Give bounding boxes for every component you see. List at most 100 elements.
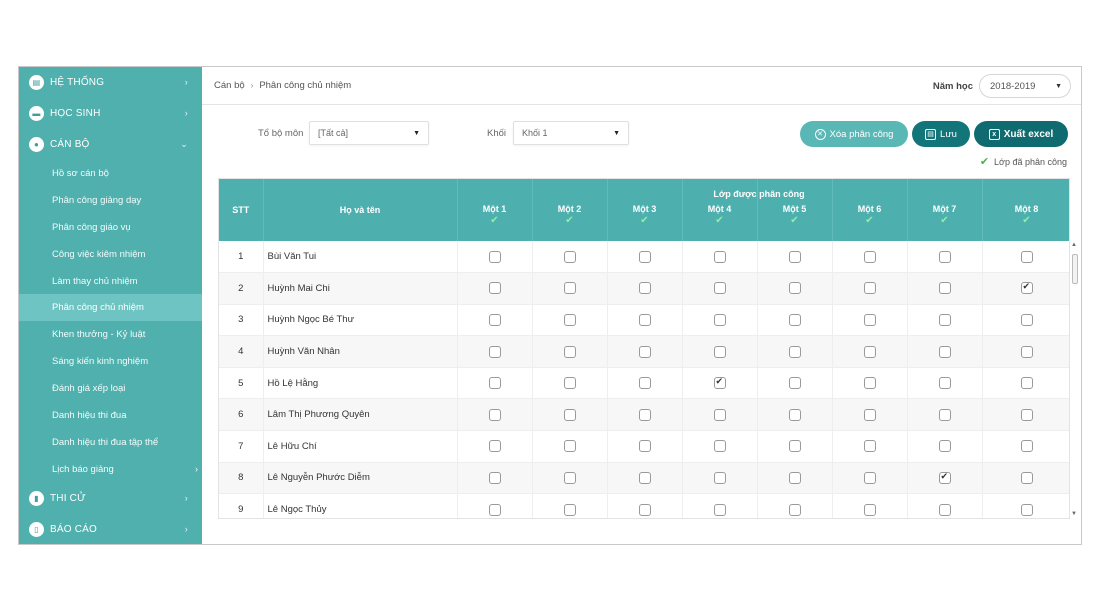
assignment-checkbox[interactable]	[938, 471, 951, 484]
assignment-checkbox[interactable]	[713, 408, 726, 421]
assignment-checkbox[interactable]	[638, 345, 651, 358]
scroll-up-icon[interactable]: ▲	[1071, 242, 1077, 248]
assignment-checkbox[interactable]	[1020, 313, 1033, 326]
sidebar-section-staff[interactable]: ● CÁN BỘ ⌄	[19, 129, 202, 160]
assignment-checkbox[interactable]	[488, 345, 501, 358]
sidebar-item-substitute-homeroom[interactable]: Làm thay chủ nhiệm	[19, 268, 202, 295]
sidebar-item-emulation-titles[interactable]: Danh hiệu thi đua	[19, 402, 202, 429]
sidebar-item-lesson-schedule[interactable]: Lịch báo giảng ›	[19, 456, 202, 483]
assignment-checkbox[interactable]	[1020, 345, 1033, 358]
assignment-checkbox[interactable]	[863, 503, 876, 516]
assignment-checkbox[interactable]	[563, 313, 576, 326]
assignment-checkbox[interactable]	[863, 345, 876, 358]
assignment-checkbox[interactable]	[488, 250, 501, 263]
assignment-checkbox[interactable]	[563, 345, 576, 358]
assignment-checkbox[interactable]	[563, 503, 576, 516]
assignment-checkbox[interactable]	[938, 503, 951, 516]
assignment-checkbox[interactable]	[788, 440, 801, 453]
sidebar-item-initiatives[interactable]: Sáng kiến kinh nghiệm	[19, 348, 202, 375]
assignment-checkbox[interactable]	[863, 250, 876, 263]
assignment-checkbox[interactable]	[713, 345, 726, 358]
assignment-checkbox[interactable]	[713, 250, 726, 263]
assignment-checkbox[interactable]	[1020, 281, 1033, 295]
scrollbar-thumb[interactable]	[1072, 254, 1078, 284]
assignment-checkbox[interactable]	[488, 377, 501, 390]
assignment-checkbox[interactable]	[788, 250, 801, 263]
assignment-checkbox[interactable]	[488, 282, 501, 295]
sidebar-item-collective-titles[interactable]: Danh hiệu thi đua tập thể	[19, 429, 202, 456]
assignment-checkbox[interactable]	[938, 377, 951, 390]
assignment-checkbox[interactable]	[788, 408, 801, 421]
assignment-checkbox[interactable]	[938, 250, 951, 263]
assignment-checkbox[interactable]	[788, 345, 801, 358]
assignment-checkbox[interactable]	[563, 408, 576, 421]
sidebar-item-homeroom-assignment[interactable]: Phân công chủ nhiệm	[19, 294, 202, 322]
sidebar-item-rewards-discipline[interactable]: Khen thưởng - Kỷ luật	[19, 321, 202, 348]
assignment-checkbox[interactable]	[863, 282, 876, 295]
assignment-checkbox[interactable]	[488, 471, 501, 484]
assignment-checkbox[interactable]	[1020, 471, 1033, 484]
assignment-checkbox[interactable]	[1020, 503, 1033, 516]
assignment-checkbox[interactable]	[638, 503, 651, 516]
assignment-checkbox[interactable]	[938, 282, 951, 295]
assignment-checkbox[interactable]	[713, 282, 726, 295]
assignment-checkbox[interactable]	[563, 377, 576, 390]
assignment-checkbox[interactable]	[488, 408, 501, 421]
assignment-checkbox[interactable]	[638, 250, 651, 263]
sidebar-section-reports[interactable]: ▯ BÁO CÁO ›	[19, 514, 202, 544]
assignment-checkbox[interactable]	[638, 313, 651, 326]
assignment-checkbox[interactable]	[788, 503, 801, 516]
clear-assignment-button[interactable]: ✕ Xóa phân công	[800, 121, 908, 147]
assignment-checkbox[interactable]	[713, 440, 726, 453]
breadcrumb-root[interactable]: Cán bộ	[214, 80, 245, 91]
assignment-checkbox[interactable]	[713, 503, 726, 516]
grade-select[interactable]: Khối 1 ▼	[513, 121, 629, 145]
department-select[interactable]: [Tất cả] ▼	[309, 121, 429, 145]
scroll-down-icon[interactable]: ▼	[1071, 511, 1077, 517]
assignment-checkbox[interactable]	[638, 440, 651, 453]
assignment-checkbox[interactable]	[1020, 377, 1033, 390]
export-excel-button[interactable]: x Xuất excel	[974, 121, 1068, 147]
sidebar-item-evaluation[interactable]: Đánh giá xếp loại	[19, 375, 202, 402]
assignment-checkbox[interactable]	[563, 471, 576, 484]
sidebar-section-system[interactable]: ▤ HỆ THỐNG ›	[19, 67, 202, 98]
assignment-checkbox[interactable]	[788, 282, 801, 295]
assignment-checkbox[interactable]	[638, 377, 651, 390]
assignment-checkbox[interactable]	[488, 440, 501, 453]
assignment-checkbox[interactable]	[863, 440, 876, 453]
assignment-checkbox[interactable]	[938, 440, 951, 453]
assignment-checkbox[interactable]	[938, 408, 951, 421]
assignment-checkbox[interactable]	[638, 282, 651, 295]
assignment-checkbox[interactable]	[863, 377, 876, 390]
sidebar-item-teaching-assignment[interactable]: Phân công giảng dạy	[19, 187, 202, 214]
assignment-checkbox[interactable]	[863, 313, 876, 326]
save-button[interactable]: ▤ Lưu	[912, 121, 970, 147]
assignment-checkbox[interactable]	[788, 313, 801, 326]
assignment-checkbox[interactable]	[713, 471, 726, 484]
assignment-checkbox[interactable]	[1020, 250, 1033, 263]
assignment-checkbox[interactable]	[563, 440, 576, 453]
assignment-checkbox[interactable]	[788, 377, 801, 390]
table-scrollbar[interactable]: ▲ ▼	[1070, 240, 1080, 519]
assignment-checkbox[interactable]	[713, 376, 726, 390]
sidebar-item-staff-profile[interactable]: Hồ sơ cán bộ	[19, 160, 202, 187]
assignment-checkbox[interactable]	[938, 345, 951, 358]
school-year-select[interactable]: 2018-2019 ▼	[979, 74, 1071, 98]
assignment-checkbox[interactable]	[713, 313, 726, 326]
sidebar-item-concurrent-duties[interactable]: Công việc kiêm nhiệm	[19, 241, 202, 268]
assignment-checkbox[interactable]	[863, 471, 876, 484]
assignment-checkbox[interactable]	[638, 408, 651, 421]
assignment-checkbox[interactable]	[563, 250, 576, 263]
sidebar-section-exams[interactable]: ▮ THI CỬ ›	[19, 483, 202, 514]
assignment-checkbox[interactable]	[488, 313, 501, 326]
assignment-checkbox[interactable]	[863, 408, 876, 421]
assignment-checkbox[interactable]	[563, 282, 576, 295]
assignment-checkbox[interactable]	[638, 471, 651, 484]
assignment-checkbox[interactable]	[938, 313, 951, 326]
assignment-checkbox[interactable]	[788, 471, 801, 484]
sidebar-item-academic-assignment[interactable]: Phân công giáo vụ	[19, 214, 202, 241]
sidebar-section-students[interactable]: ▬ HỌC SINH ›	[19, 98, 202, 129]
assignment-checkbox[interactable]	[488, 503, 501, 516]
assignment-checkbox[interactable]	[1020, 440, 1033, 453]
assignment-checkbox[interactable]	[1020, 408, 1033, 421]
